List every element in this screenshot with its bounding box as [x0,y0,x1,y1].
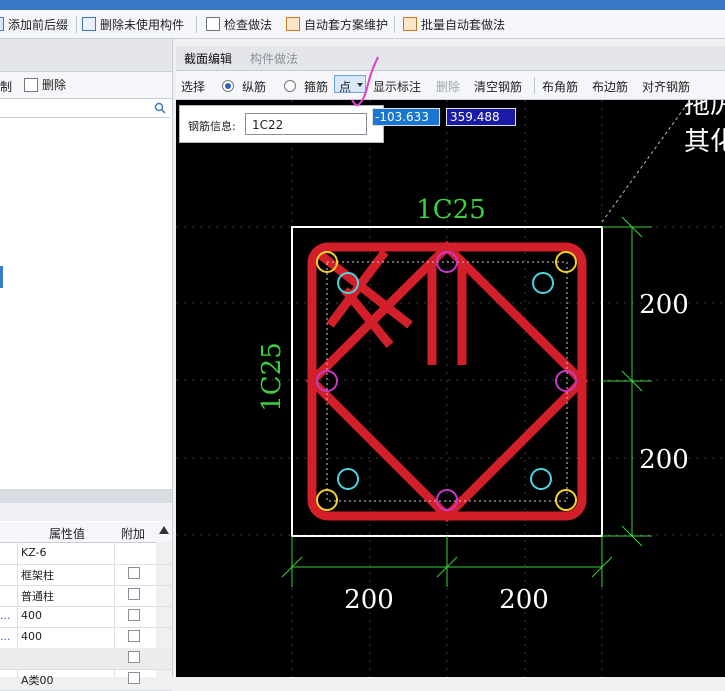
clear-rebar-button[interactable]: 清空钢筋 [474,78,522,95]
delete-button[interactable]: 删除 [24,76,66,93]
tree-selection-marker [0,266,3,288]
batch-auto-button[interactable]: 批量自动套做法 [403,15,505,33]
dim-bottom-right: 200 [499,585,549,615]
table-row: ... 400 [0,627,172,649]
column-header-extra: 附加 [121,527,146,541]
auto-scheme-label: 自动套方案维护 [304,17,389,32]
delete-rebar-button[interactable]: 删除 [436,78,460,95]
stirrup-label: 箍筋 [304,80,329,94]
rebar-point[interactable] [337,468,359,490]
coord-y-input[interactable]: 359.488 [446,108,516,126]
rebar-point[interactable] [555,489,577,511]
toolbar-divider [76,16,77,33]
add-affix-button[interactable]: 添加前后缀 [0,15,68,33]
row-prefix: ... [0,609,11,622]
row-value[interactable]: KZ-6 [21,546,47,559]
side-rebar-label[interactable]: 1C25 [257,342,287,412]
select-button[interactable]: 选择 [181,78,205,95]
delete-unused-label: 删除未使用构件 [100,17,185,32]
table-row: A类00 [0,669,172,691]
align-rebar-button[interactable]: 对齐钢筋 [642,78,690,95]
partial-annotation-1: 拖厉 [684,100,725,120]
tab-component-method[interactable]: 构件做法 [250,50,298,67]
left-panel-header [0,39,172,72]
handwritten-mark [351,56,379,107]
rebar-info-panel: 钢筋信息: 1C22 [179,105,384,143]
tab-section-edit[interactable]: 截面编辑 [184,50,232,67]
search-icon [154,102,166,114]
coord-x-value: -103.633 [375,110,429,124]
column-header-value: 属性值 [49,527,86,541]
table-row: 框架柱 [0,564,172,586]
auto-scheme-button[interactable]: 自动套方案维护 [286,15,388,33]
section-canvas[interactable]: 1C25 1C25 200 200 200 200 拖厉 其化 钢筋信息: 1C… [176,100,725,677]
table-row [0,648,172,670]
toolbar-divider [534,77,535,94]
auto-scheme-icon [286,17,300,31]
rebar-info-label: 钢筋信息: [188,120,236,133]
batch-auto-label: 批量自动套做法 [421,17,506,32]
coord-x-input[interactable]: -103.633 [372,108,440,126]
radio-unchecked-icon [284,79,296,92]
top-rebar-label[interactable]: 1C25 [416,195,486,225]
extra-checkbox[interactable] [128,672,140,684]
extra-checkbox[interactable] [128,609,140,621]
leader-line [601,100,691,223]
row-prefix: ... [0,630,11,643]
edge-rebar-button[interactable]: 布边筋 [592,78,628,95]
dim-right-bottom: 200 [639,445,689,475]
section-toolbar: 选择 纵筋 箍筋 点 显示标注 删除 清空钢筋 布角筋 布边筋 对齐钢筋 [176,71,725,100]
properties-header-bar [0,489,172,503]
extra-checkbox[interactable] [128,651,140,663]
dim-bottom-left: 200 [344,585,394,615]
row-value[interactable]: A类00 [21,672,54,688]
row-value[interactable]: 框架柱 [21,567,54,583]
batch-icon [403,17,417,31]
table-row: 普通柱 [0,585,172,607]
properties-column-header: 属性值 附加 [0,522,172,543]
coord-y-value: 359.488 [450,110,500,124]
check-doc-icon [206,17,220,31]
row-value[interactable]: 400 [21,630,42,643]
stirrup-radio[interactable] [284,78,296,92]
extra-checkbox[interactable] [128,588,140,600]
extra-checkbox[interactable] [128,567,140,579]
longitudinal-label: 纵筋 [242,80,267,94]
title-strip [0,0,725,10]
longitudinal-radio[interactable] [222,78,234,92]
check-method-button[interactable]: 检查做法 [206,15,272,33]
radio-checked-icon [222,79,234,92]
check-method-label: 检查做法 [224,17,273,32]
dim-right-top: 200 [639,290,689,320]
add-affix-label: 添加前后缀 [8,17,69,32]
rebar-info-value: 1C22 [252,118,284,132]
left-panel: 制 删除 属性值 附加 KZ-6 框架柱 普通柱 ... 400 ... 400… [0,39,173,691]
toolbar-divider [196,16,197,33]
scroll-up-icon[interactable] [159,526,169,534]
main-toolbar: 添加前后缀 删除未使用构件 检查做法 自动套方案维护 批量自动套做法 [0,10,725,39]
row-value[interactable]: 400 [21,609,42,622]
editor-tabs: 截面编辑 构件做法 [176,46,725,71]
delete-label: 删除 [42,78,67,92]
search-input[interactable] [0,99,170,118]
affix-icon [0,17,4,31]
left-action-bar: 制 删除 [0,72,172,99]
rebar-point[interactable] [530,468,552,490]
partial-annotation-2: 其化 [684,127,725,157]
rebar-info-input[interactable]: 1C22 [245,113,367,135]
table-row: ... 400 [0,606,172,628]
rebar-point[interactable] [555,370,577,392]
list-delete-icon [82,17,96,31]
properties-spacer [0,503,172,521]
corner-rebar-button[interactable]: 布角筋 [542,78,578,95]
rebar-point[interactable] [532,272,554,294]
toolbar-divider [394,16,395,33]
extra-checkbox[interactable] [128,630,140,642]
delete-icon [24,77,38,92]
delete-unused-button[interactable]: 删除未使用构件 [82,15,184,33]
section-drawing[interactable]: 1C25 1C25 200 200 200 200 拖厉 其化 [176,100,725,677]
copy-button[interactable]: 制 [0,78,12,95]
row-value[interactable]: 普通柱 [21,588,54,604]
table-row: KZ-6 [0,543,172,565]
